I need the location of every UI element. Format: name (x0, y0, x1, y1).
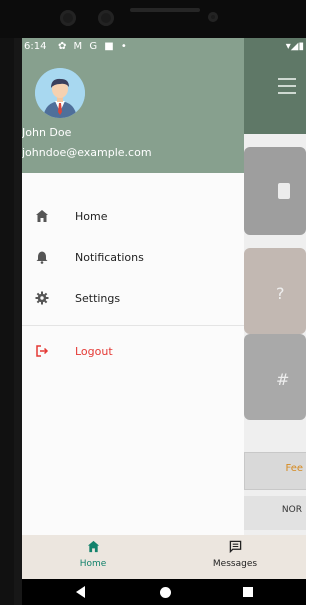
bottom-nav-messages[interactable]: Messages (164, 535, 306, 579)
bottom-nav-home[interactable]: Home (22, 535, 164, 579)
bottom-nav-label: Home (79, 559, 107, 569)
feed-strip-label: Fee (285, 463, 303, 474)
status-bar: 6:14 ✿ M G ■ • ▾◢▮ (22, 38, 306, 58)
screen: ? # Fee NOR John Doe johndoe@example.com… (22, 38, 306, 605)
signal-battery-icons: ▾◢▮ (285, 41, 304, 52)
phone-side-bezel (14, 38, 22, 605)
bottom-nav-label: Messages (212, 559, 258, 569)
bell-icon (34, 250, 50, 266)
user-name: John Doe (22, 126, 72, 139)
system-navigation-bar (22, 579, 306, 605)
drawer-item-label: Settings (75, 292, 121, 305)
avatar[interactable] (35, 68, 85, 118)
recent-apps-icon[interactable] (243, 587, 253, 597)
drawer-item-settings[interactable]: Settings (22, 280, 244, 320)
home-circle-icon[interactable] (160, 587, 171, 598)
book-icon (278, 183, 290, 199)
earpiece-speaker (130, 8, 200, 12)
dashboard-card[interactable]: ? (244, 248, 306, 334)
drawer-divider (22, 325, 244, 326)
phone-frame: ? # Fee NOR John Doe johndoe@example.com… (0, 0, 306, 605)
drawer-header: John Doe johndoe@example.com (22, 38, 244, 173)
menu-icon[interactable] (278, 78, 296, 94)
feed-strip[interactable]: Fee (244, 452, 306, 490)
front-sensor (208, 12, 218, 22)
notification-icons: ✿ M G ■ • (58, 41, 129, 52)
user-avatar-illustration (35, 68, 85, 118)
drawer-item-home[interactable]: Home (22, 198, 244, 238)
home-icon (22, 540, 164, 557)
dashboard-card[interactable]: # (244, 334, 306, 420)
back-icon[interactable] (76, 586, 85, 598)
user-email: johndoe@example.com (22, 146, 152, 159)
drawer-item-label: Notifications (75, 251, 144, 264)
camera-lens (60, 10, 76, 26)
logout-icon (34, 344, 50, 360)
info-strip: NOR (244, 496, 306, 530)
message-icon (164, 540, 306, 557)
gear-icon (34, 291, 50, 307)
camera-lens (98, 10, 114, 26)
logout-button[interactable]: Logout (22, 333, 244, 373)
help-icon: ? (276, 284, 285, 303)
dashboard-card[interactable] (244, 147, 306, 235)
drawer-item-notifications[interactable]: Notifications (22, 239, 244, 279)
status-time: 6:14 (24, 41, 47, 52)
drawer-item-label: Home (75, 210, 108, 223)
info-strip-label: NOR (281, 505, 302, 515)
home-icon (34, 209, 50, 225)
bottom-navigation: Home Messages (22, 535, 306, 579)
navigation-drawer: John Doe johndoe@example.com Home Notifi… (22, 38, 244, 535)
phone-top-bezel (0, 0, 306, 38)
hash-icon: # (276, 370, 290, 389)
logout-label: Logout (75, 345, 113, 358)
